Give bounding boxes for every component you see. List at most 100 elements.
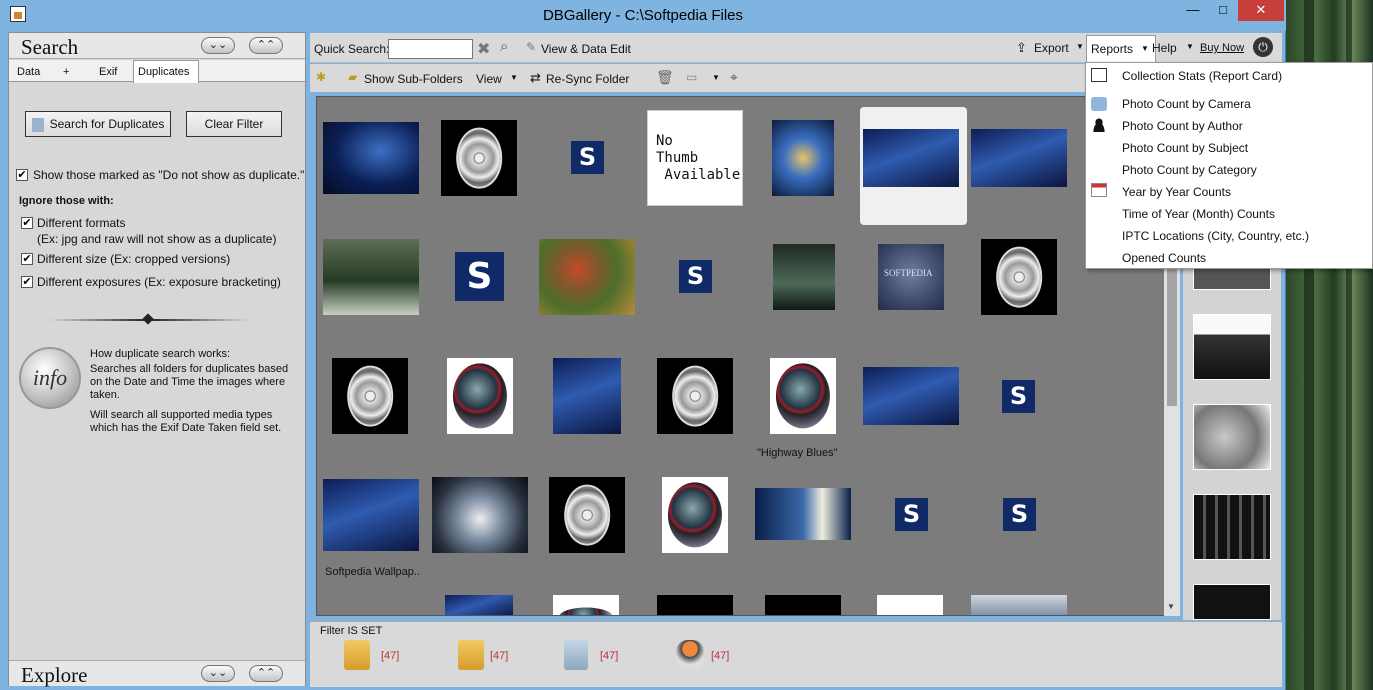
- expand-down-icon[interactable]: ⌄⌄: [201, 665, 235, 682]
- show-marked-label: Show those marked as "Do not show as dup…: [33, 168, 305, 182]
- collapse-up-icon[interactable]: ⌃⌃: [249, 37, 283, 54]
- thumbnail[interactable]: [877, 595, 943, 615]
- thumbnail[interactable]: [553, 358, 621, 434]
- different-formats-checkbox[interactable]: ✔: [21, 217, 33, 229]
- menu-item-iptc-locations[interactable]: IPTC Locations (City, Country, etc.): [1122, 229, 1309, 243]
- menu-item-time-of-year[interactable]: Time of Year (Month) Counts: [1122, 207, 1275, 221]
- buy-now-link[interactable]: Buy Now: [1200, 42, 1244, 54]
- thumbnail[interactable]: S: [1003, 498, 1036, 531]
- thumbnail[interactable]: S: [571, 141, 604, 174]
- close-button[interactable]: ✕: [1238, 0, 1284, 21]
- scroll-down-icon[interactable]: ▼: [1167, 602, 1175, 611]
- thumbnail[interactable]: [772, 120, 834, 196]
- menu-item-year-by-year[interactable]: Year by Year Counts: [1122, 185, 1231, 199]
- different-exposures-checkbox[interactable]: ✔: [21, 276, 33, 288]
- power-icon[interactable]: ⏻: [1253, 37, 1273, 57]
- thumbnail[interactable]: [432, 477, 528, 553]
- bucket-icon[interactable]: [676, 640, 704, 670]
- tab-plus[interactable]: +: [59, 63, 73, 82]
- network-icon[interactable]: ⌖: [730, 69, 738, 86]
- menu-item-collection-stats[interactable]: Collection Stats (Report Card): [1122, 69, 1282, 83]
- preview-thumbnail[interactable]: [1193, 584, 1271, 620]
- thumbnail[interactable]: [755, 488, 851, 540]
- scan-folder-icon[interactable]: [564, 640, 588, 670]
- expand-up-icon[interactable]: ⌃⌃: [249, 665, 283, 682]
- thumbnail[interactable]: [770, 358, 836, 434]
- thumbnail[interactable]: S: [895, 498, 928, 531]
- selected-thumbnail[interactable]: [860, 107, 967, 225]
- thumbnail[interactable]: [657, 595, 733, 615]
- tab-duplicates[interactable]: Duplicates: [133, 60, 199, 83]
- menu-item-count-by-camera[interactable]: Photo Count by Camera: [1122, 97, 1251, 111]
- thumbnail[interactable]: [323, 239, 419, 315]
- thumbnail[interactable]: S: [455, 252, 504, 301]
- different-formats-label: Different formats: [37, 216, 126, 230]
- view-dropdown-icon[interactable]: ▼: [510, 73, 518, 82]
- reports-menu-button[interactable]: Reports ▼: [1086, 35, 1156, 63]
- thumbnail[interactable]: [657, 358, 733, 434]
- help-button[interactable]: Help: [1152, 41, 1177, 55]
- folder-scan-icon: [31, 117, 44, 132]
- thumbnail[interactable]: [765, 595, 841, 615]
- preview-thumbnail[interactable]: [1193, 314, 1271, 380]
- thumbnail[interactable]: [971, 595, 1067, 615]
- tab-data[interactable]: Data: [13, 63, 44, 82]
- thumbnail[interactable]: [323, 122, 419, 194]
- clear-search-icon[interactable]: ✖: [477, 39, 490, 59]
- tag-icon[interactable]: ✱: [316, 70, 326, 84]
- thumbnail[interactable]: [553, 595, 619, 615]
- trash-icon[interactable]: 🗑: [656, 69, 674, 86]
- label-icon[interactable]: ▭: [686, 70, 697, 84]
- different-size-checkbox[interactable]: ✔: [21, 253, 33, 265]
- clear-filter-button[interactable]: Clear Filter: [186, 111, 282, 137]
- thumbnail[interactable]: [332, 358, 408, 434]
- search-duplicates-button[interactable]: Search for Duplicates: [25, 111, 171, 137]
- scan-filter-count: [47]: [600, 650, 619, 662]
- app-window: DBGallery - C:\Softpedia Files — □ ✕ Sea…: [0, 0, 1373, 690]
- view-menu-button[interactable]: View: [476, 72, 502, 86]
- resync-folder-button[interactable]: Re-Sync Folder: [546, 72, 629, 86]
- thumbnail[interactable]: [447, 358, 513, 434]
- thumbnail[interactable]: [549, 477, 625, 553]
- export-dropdown-icon[interactable]: ▼: [1076, 42, 1084, 51]
- preview-thumbnail[interactable]: [1193, 494, 1271, 560]
- thumbnail[interactable]: S: [1002, 380, 1035, 413]
- minimize-button[interactable]: —: [1180, 0, 1206, 21]
- preview-thumbnail[interactable]: [1193, 404, 1271, 470]
- thumbnail[interactable]: [971, 129, 1067, 187]
- info-line: taken.: [90, 389, 120, 401]
- thumbnail[interactable]: [981, 239, 1057, 315]
- maximize-button[interactable]: □: [1210, 0, 1236, 21]
- thumbnail[interactable]: [539, 239, 635, 315]
- info-line: How duplicate search works:: [90, 348, 231, 360]
- thumbnail[interactable]: [441, 120, 517, 196]
- menu-item-count-by-author[interactable]: Photo Count by Author: [1122, 119, 1243, 133]
- help-dropdown-icon[interactable]: ▼: [1186, 42, 1194, 51]
- search-icon[interactable]: ⌕: [500, 38, 508, 55]
- no-thumb-thumbnail[interactable]: No Thumb Available: [647, 110, 743, 206]
- export-button[interactable]: Export: [1034, 41, 1069, 55]
- label-dropdown-icon[interactable]: ▼: [712, 73, 720, 82]
- collapse-down-icon[interactable]: ⌄⌄: [201, 37, 235, 54]
- thumbnail[interactable]: [323, 479, 419, 551]
- tab-exif[interactable]: Exif: [95, 63, 121, 82]
- show-marked-checkbox[interactable]: ✔: [16, 169, 28, 181]
- menu-item-count-by-category[interactable]: Photo Count by Category: [1122, 163, 1257, 177]
- explore-panel-header[interactable]: Explore ⌄⌄ ⌃⌃: [9, 660, 305, 687]
- thumbnail[interactable]: [773, 244, 835, 310]
- edit-icon: ✎: [526, 40, 537, 54]
- menu-item-opened-counts[interactable]: Opened Counts: [1122, 251, 1206, 265]
- thumbnail[interactable]: SOFTPEDIA: [878, 244, 944, 310]
- quick-search-input[interactable]: [388, 39, 473, 59]
- thumbnail[interactable]: [863, 367, 959, 425]
- thumbnail-caption: "Highway Blues": [757, 447, 838, 459]
- view-data-edit-button[interactable]: View & Data Edit: [541, 42, 631, 56]
- show-subfolders-button[interactable]: Show Sub-Folders: [364, 72, 463, 86]
- thumbnail[interactable]: S: [679, 260, 712, 293]
- folder-import-icon[interactable]: [458, 640, 484, 670]
- menu-item-count-by-subject[interactable]: Photo Count by Subject: [1122, 141, 1248, 155]
- folder-icon[interactable]: [344, 640, 370, 670]
- thumbnail[interactable]: [662, 477, 728, 553]
- thumbnail[interactable]: [445, 595, 513, 615]
- preview-thumbnail[interactable]: [1193, 268, 1271, 290]
